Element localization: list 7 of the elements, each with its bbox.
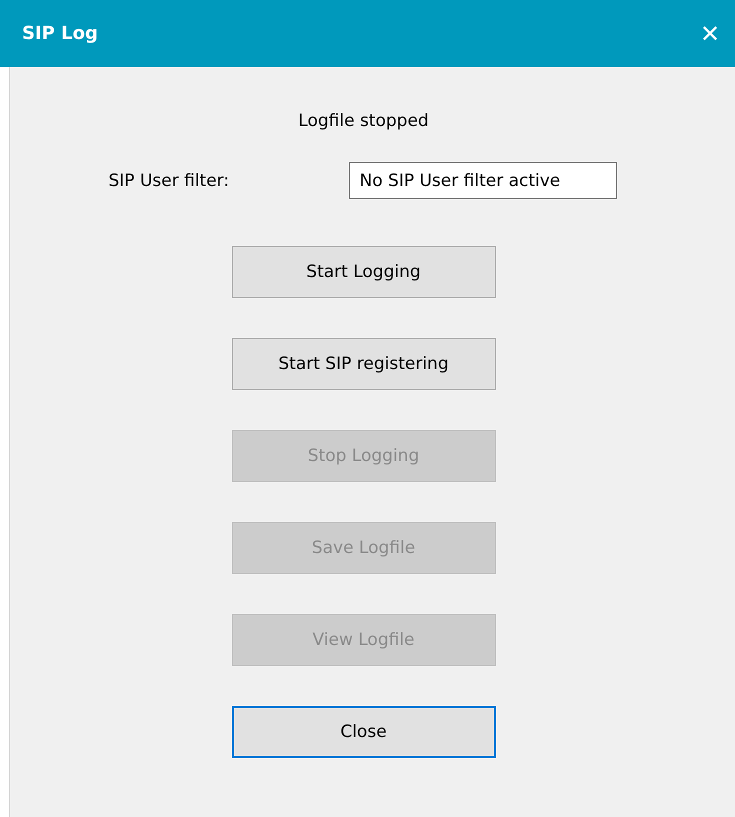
filter-field[interactable]: No SIP User filter active — [348, 162, 616, 199]
status-text: Logfile stopped — [298, 111, 429, 133]
dialog-button[interactable]: Start SIP registering — [232, 338, 496, 390]
dialog-button[interactable]: Close — [232, 706, 496, 758]
window-title: SIP Log — [22, 23, 98, 44]
filter-label: SIP User filter: — [108, 170, 230, 190]
dialog-button[interactable]: Start Logging — [232, 246, 496, 298]
